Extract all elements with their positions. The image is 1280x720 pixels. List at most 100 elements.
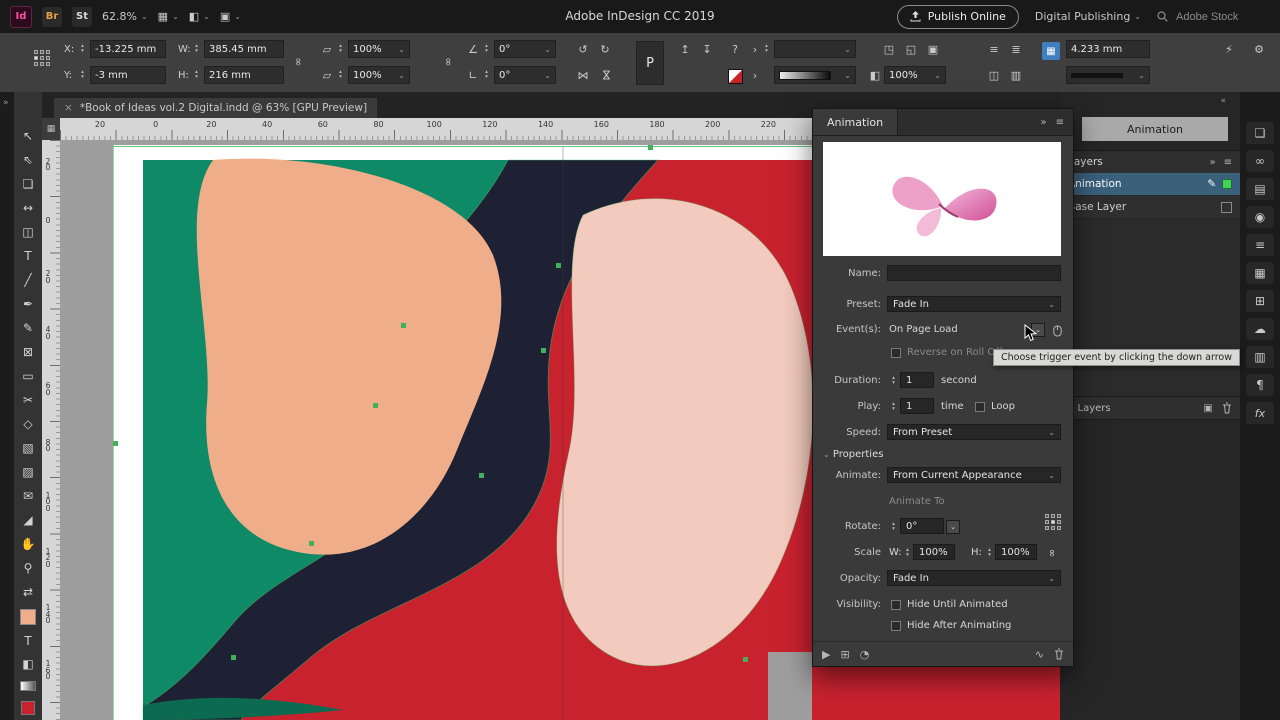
pages-icon[interactable]: ❏ <box>1246 122 1274 144</box>
preset-dropdown[interactable]: Fade In⌄ <box>887 296 1061 312</box>
frame-tool[interactable]: ⊠ <box>16 340 40 364</box>
new-layer-icon[interactable]: ▣ <box>1204 403 1213 414</box>
lightning-icon[interactable]: ⚡ <box>1220 40 1238 58</box>
transform-origin-grid[interactable] <box>1045 514 1061 530</box>
scale-h-stepper[interactable]: ▴▾ <box>985 545 994 561</box>
direct-selection-tool[interactable]: ⇖ <box>16 148 40 172</box>
workspace-switcher[interactable]: Digital Publishing ⌄ <box>1035 10 1141 23</box>
swatches-icon[interactable]: ◉ <box>1246 206 1274 228</box>
animation-preview[interactable] <box>823 142 1061 256</box>
opacity-dropdown[interactable]: Fade In⌄ <box>887 570 1061 586</box>
text-frame-icon[interactable]: ▥ <box>1007 66 1025 84</box>
normal-screen-mode-icon[interactable]: ◧ <box>16 653 40 676</box>
select-container-button[interactable]: ↥ <box>676 40 694 58</box>
document-tab[interactable]: × *Book of Ideas vol.2 Digital.indd @ 63… <box>54 98 377 118</box>
panel-options-gear-icon[interactable]: ⚙ <box>1250 40 1268 58</box>
rotate-ccw-button[interactable]: ↺ <box>574 40 592 58</box>
scale-w-field[interactable]: 100% <box>913 544 955 560</box>
stroke-color-swatch[interactable] <box>728 69 743 84</box>
panel-collapse-icon[interactable]: » <box>1209 157 1215 168</box>
text-columns-icon[interactable]: ◫ <box>985 66 1003 84</box>
play-field[interactable]: 1 <box>900 398 934 414</box>
height-field[interactable]: 216 mm <box>204 66 284 84</box>
view-options-dropdown[interactable]: ▦ ⌄ <box>158 10 179 23</box>
align-justify-icon[interactable]: ≣ <box>1007 40 1025 58</box>
scale-w-stepper[interactable]: ▴▾ <box>903 545 912 561</box>
gradient-swatch[interactable] <box>20 681 36 692</box>
close-icon[interactable]: × <box>64 102 73 114</box>
expand-panels-chevrons[interactable]: » <box>3 98 9 108</box>
corner-options-icon[interactable]: ◳ <box>880 40 898 58</box>
rotate-cw-button[interactable]: ↻ <box>596 40 614 58</box>
constrain-scale-link-icon[interactable]: ∞ <box>440 53 458 71</box>
stroke-type-dropdown[interactable]: ⌄ <box>1066 66 1150 84</box>
layer-row[interactable]: Animation✎ <box>1060 173 1240 196</box>
hand-tool[interactable]: ✋ <box>16 532 40 556</box>
frame-fitting-icon[interactable]: ▣ <box>924 40 942 58</box>
content-collector-tool[interactable]: ◫ <box>16 220 40 244</box>
publish-online-button[interactable]: Publish Online <box>897 5 1019 29</box>
free-transform-tool[interactable]: ◇ <box>16 412 40 436</box>
hide-until-checkbox[interactable] <box>891 600 901 610</box>
help-icon[interactable]: ? <box>726 40 744 58</box>
rotation-field[interactable]: 0°⌄ <box>494 66 556 84</box>
constrain-proportions-link-icon[interactable]: ∞ <box>290 53 308 71</box>
bridge-button[interactable]: Br <box>42 7 62 27</box>
collapse-panels-chevrons[interactable]: « <box>1220 96 1226 106</box>
zoom-level-dropdown[interactable]: 62.8% ⌄ <box>102 10 148 23</box>
gradient-feather-tool[interactable]: ▨ <box>16 460 40 484</box>
vertical-ruler[interactable]: 2 002 04 06 08 01 0 01 2 01 4 01 6 0 <box>42 140 60 720</box>
effects-icon[interactable]: fx <box>1246 402 1274 424</box>
animate-dropdown[interactable]: From Current Appearance⌄ <box>887 467 1061 483</box>
layer-select-box[interactable] <box>1221 202 1232 213</box>
motion-path-icon[interactable]: ∿ <box>1035 648 1044 661</box>
timing-icon[interactable]: ◔ <box>860 648 870 661</box>
p-badge[interactable]: P <box>636 41 664 85</box>
width-stepper[interactable]: ▴▾ <box>192 40 201 58</box>
paragraph-styles-icon[interactable]: ¶ <box>1246 374 1274 396</box>
duration-stepper[interactable]: ▴▾ <box>889 373 898 389</box>
screen-mode-dropdown[interactable]: ◧ ⌄ <box>189 10 210 23</box>
gradient-icon[interactable]: ▦ <box>1246 262 1274 284</box>
layer-row[interactable]: Base Layer <box>1060 196 1240 219</box>
scissors-tool[interactable]: ✂ <box>16 388 40 412</box>
adobe-stock-search[interactable] <box>1157 10 1270 24</box>
stroke-weight-dropdown[interactable]: ⌄ <box>774 66 856 84</box>
eyedropper-tool[interactable]: ◢ <box>16 508 40 532</box>
red-swatch[interactable] <box>21 701 35 715</box>
chevron-right-icon[interactable]: › <box>746 66 764 84</box>
gradient-swatch-tool[interactable]: ▧ <box>16 436 40 460</box>
arrange-documents-dropdown[interactable]: ▣ ⌄ <box>220 10 241 23</box>
x-stepper[interactable]: ▴▾ <box>78 40 87 58</box>
show-proxy-icon[interactable]: ⊞ <box>840 648 849 661</box>
flip-horizontal-button[interactable]: ⋈ <box>574 66 592 84</box>
text-wrap-icon[interactable]: ▥ <box>1246 346 1274 368</box>
selection-tool[interactable]: ↖ <box>16 124 40 148</box>
stroke-icon[interactable]: ≡ <box>1246 234 1274 256</box>
effect-dropdown[interactable]: ⌄ <box>774 40 856 58</box>
corner-options-icon-2[interactable]: ◱ <box>902 40 920 58</box>
properties-toggle[interactable]: ⌄ Properties <box>823 446 883 464</box>
shear-field[interactable]: 0°⌄ <box>494 40 556 58</box>
align-icon[interactable]: ⊞ <box>1246 290 1274 312</box>
rotate-dropdown-button[interactable]: ⌄ <box>946 520 960 534</box>
preview-spread-icon[interactable]: ▶ <box>822 648 830 661</box>
effect-stepper[interactable]: ▴▾ <box>762 40 771 58</box>
height-stepper[interactable]: ▴▾ <box>192 66 201 84</box>
page-tool[interactable]: ❏ <box>16 172 40 196</box>
flip-vertical-button[interactable]: ⋈ <box>598 66 616 84</box>
fill-swatch[interactable] <box>20 609 36 625</box>
y-stepper[interactable]: ▴▾ <box>78 66 87 84</box>
links-icon[interactable]: ∞ <box>1246 150 1274 172</box>
delete-animation-icon[interactable] <box>1054 648 1064 660</box>
tint-dropdown[interactable]: 100%⌄ <box>884 66 946 84</box>
layers-icon[interactable]: ▤ <box>1246 178 1274 200</box>
mouse-event-icon[interactable] <box>1053 324 1062 337</box>
select-content-button[interactable]: ↧ <box>698 40 716 58</box>
name-input[interactable] <box>887 265 1061 281</box>
loop-checkbox[interactable] <box>975 402 985 412</box>
width-field[interactable]: 385.45 mm <box>204 40 284 58</box>
rectangle-tool[interactable]: ▭ <box>16 364 40 388</box>
reference-point-grid[interactable] <box>34 50 50 66</box>
gap-tool[interactable]: ↔ <box>16 196 40 220</box>
